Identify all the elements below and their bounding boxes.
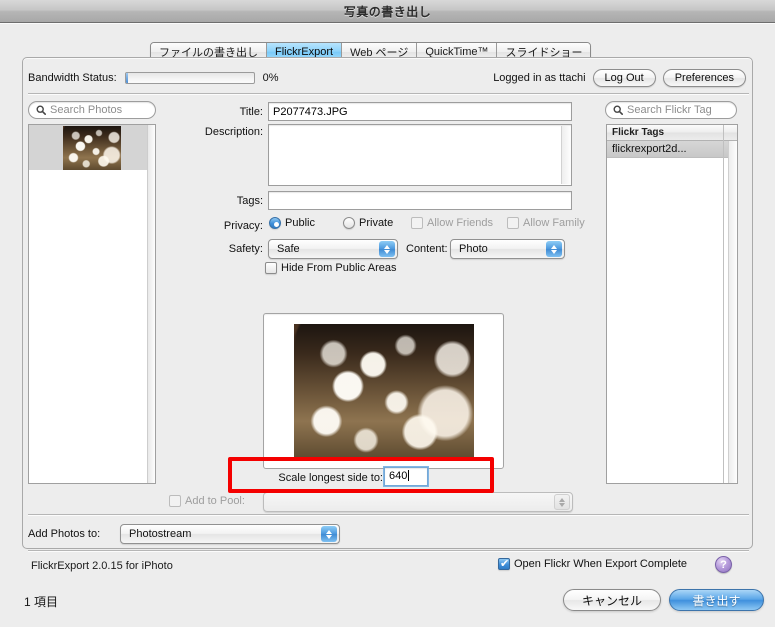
- scale-longest-side-input[interactable]: 640: [383, 466, 429, 487]
- allow-family-label: Allow Family: [523, 217, 585, 229]
- scale-longest-side-label: Scale longest side to:: [278, 472, 383, 484]
- allow-family-checkbox[interactable]: Allow Family: [507, 217, 585, 229]
- bandwidth-status-label: Bandwidth Status:: [28, 72, 117, 84]
- description-textarea[interactable]: [268, 124, 572, 186]
- photo-thumbnail[interactable]: [63, 125, 121, 170]
- chevron-updown-icon: [321, 526, 337, 542]
- flickrexport-panel: Bandwidth Status: 0% Logged in as ttachi…: [22, 57, 753, 573]
- allow-friends-label: Allow Friends: [427, 217, 494, 229]
- search-icon: [36, 105, 46, 115]
- radio-unselected-icon: [343, 217, 355, 229]
- chevron-updown-icon: [379, 241, 395, 257]
- add-to-pool-label: Add to Pool:: [185, 495, 245, 507]
- export-button[interactable]: 書き出す: [669, 589, 764, 611]
- checkbox-icon: [169, 495, 181, 507]
- checkbox-icon: [411, 217, 423, 229]
- tags-label: Tags:: [236, 195, 263, 207]
- preview-image: [293, 323, 474, 459]
- title-label: Title:: [239, 106, 263, 118]
- description-label: Description:: [204, 126, 263, 138]
- list-item[interactable]: [29, 125, 155, 170]
- privacy-public-label: Public: [285, 217, 315, 229]
- chevron-updown-icon: [554, 494, 570, 510]
- allow-friends-checkbox[interactable]: Allow Friends: [411, 217, 493, 229]
- preferences-button[interactable]: Preferences: [662, 69, 746, 87]
- search-photos-placeholder: Search Photos: [50, 104, 123, 116]
- search-photos-field[interactable]: Search Photos: [28, 101, 156, 119]
- account-row: Logged in as ttachi Log Out Preferences: [493, 69, 746, 87]
- checkbox-checked-icon: [498, 557, 510, 570]
- tags-input[interactable]: [268, 191, 572, 210]
- bandwidth-status-row: Bandwidth Status: 0%: [28, 72, 279, 84]
- flickr-tags-table[interactable]: Flickr Tags flickrexport2d...: [606, 124, 738, 484]
- cancel-button[interactable]: キャンセル: [563, 589, 661, 611]
- search-icon: [613, 105, 623, 115]
- add-photos-to-label: Add Photos to:: [28, 528, 101, 540]
- privacy-label: Privacy:: [223, 220, 263, 232]
- open-flickr-label: Open Flickr When Export Complete: [514, 558, 688, 570]
- bandwidth-percent-label: 0%: [262, 72, 279, 84]
- scale-value: 640: [389, 470, 408, 482]
- hide-from-public-label: Hide From Public Areas: [281, 262, 397, 274]
- chevron-updown-icon: [546, 241, 562, 257]
- window-titlebar: 写真の書き出し: [0, 0, 775, 23]
- add-photos-to-select[interactable]: Photostream: [120, 524, 340, 544]
- add-to-pool-checkbox[interactable]: Add to Pool:: [169, 495, 245, 507]
- privacy-private-radio[interactable]: Private: [343, 217, 393, 229]
- checkbox-icon: [265, 262, 277, 274]
- help-button[interactable]: ?: [715, 556, 732, 573]
- content-value: Photo: [459, 243, 488, 255]
- hide-from-public-checkbox[interactable]: Hide From Public Areas: [265, 262, 397, 274]
- column-divider: [723, 125, 724, 483]
- flickr-tags-column-header[interactable]: Flickr Tags: [607, 125, 737, 483]
- export-dialog-window: 写真の書き出し ファイルの書き出し FlickrExport Web ページ Q…: [0, 0, 775, 627]
- safety-value: Safe: [277, 243, 300, 255]
- flickr-tag-label: flickrexport2d...: [612, 143, 687, 155]
- add-to-pool-select[interactable]: [263, 492, 573, 512]
- table-row[interactable]: flickrexport2d...: [607, 141, 737, 158]
- version-label: FlickrExport 2.0.15 for iPhoto: [31, 560, 173, 572]
- photo-list[interactable]: [28, 124, 156, 484]
- privacy-public-radio[interactable]: Public: [269, 217, 315, 229]
- window-body: ファイルの書き出し FlickrExport Web ページ QuickTime…: [0, 23, 775, 627]
- window-title: 写真の書き出し: [343, 4, 432, 19]
- logged-in-label: Logged in as ttachi: [493, 72, 586, 84]
- bandwidth-progress-bar: [124, 72, 255, 84]
- search-flickr-tag-field[interactable]: Search Flickr Tag: [605, 101, 737, 119]
- safety-label: Safety:: [228, 243, 263, 255]
- open-flickr-checkbox[interactable]: Open Flickr When Export Complete: [498, 557, 688, 570]
- flickr-tags-header-label: Flickr Tags: [612, 127, 665, 138]
- panel-divider-mid: [28, 514, 749, 515]
- content-select[interactable]: Photo: [450, 239, 565, 259]
- checkbox-icon: [507, 217, 519, 229]
- item-count-label: 1 項目: [24, 595, 59, 609]
- safety-select[interactable]: Safe: [268, 239, 398, 259]
- privacy-private-label: Private: [359, 217, 394, 229]
- bandwidth-progress-fill: [125, 73, 128, 83]
- description-scrollbar[interactable]: [561, 126, 570, 184]
- photo-list-scrollbar[interactable]: [147, 125, 155, 483]
- title-input[interactable]: P2077473.JPG: [268, 102, 572, 121]
- preview-image-content: [293, 323, 474, 459]
- search-flickr-tag-placeholder: Search Flickr Tag: [627, 104, 712, 116]
- panel-divider-bottom: [28, 550, 749, 551]
- radio-selected-icon: [269, 217, 281, 229]
- add-photos-to-value: Photostream: [129, 528, 192, 540]
- flickr-tags-scrollbar[interactable]: [728, 141, 737, 483]
- panel-divider-top: [28, 93, 749, 94]
- log-out-button[interactable]: Log Out: [592, 69, 656, 87]
- text-caret: [408, 470, 410, 481]
- thumbnail-image: [63, 125, 121, 170]
- photo-preview: [263, 313, 504, 469]
